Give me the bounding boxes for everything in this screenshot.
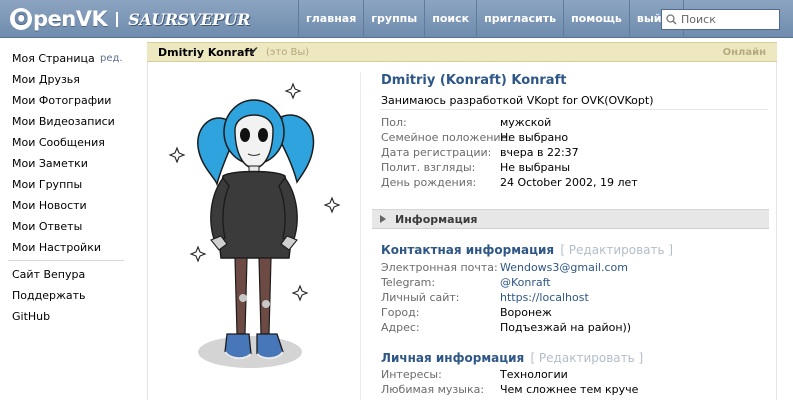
address-label: Адрес: bbox=[381, 321, 420, 334]
website-label: Личный сайт: bbox=[381, 291, 460, 304]
city-label: Город: bbox=[381, 306, 420, 319]
sidebar-item-photos[interactable]: Мои Фотографии bbox=[12, 94, 111, 107]
political-label: Полит. взгляды: bbox=[381, 161, 476, 174]
address-value: Подъезжай на район)) bbox=[500, 321, 632, 334]
telegram-link[interactable]: @Konraft bbox=[500, 276, 551, 289]
website-link[interactable]: https://localhost bbox=[500, 291, 589, 304]
birthday-value: 24 October 2002, 19 лет bbox=[500, 176, 638, 189]
sidebar-item-answers[interactable]: Мои Ответы bbox=[12, 220, 82, 233]
info-section-title: Информация bbox=[395, 213, 478, 226]
sidebar-item-notes[interactable]: Мои Заметки bbox=[12, 157, 88, 170]
online-status: Онлайн bbox=[722, 47, 766, 58]
sidebar-item-videos[interactable]: Мои Видеозаписи bbox=[12, 115, 115, 128]
logo-o: O bbox=[10, 8, 32, 30]
avatar-image bbox=[168, 82, 341, 368]
logo-text: penVK bbox=[33, 7, 108, 31]
personal-info-heading: Личная информация bbox=[381, 351, 525, 365]
nav-home[interactable]: главная bbox=[298, 0, 363, 38]
status-divider bbox=[380, 109, 768, 110]
personal-edit-link[interactable]: [ Редактировать ] bbox=[530, 351, 643, 365]
favorite-music-label: Любимая музыка: bbox=[381, 383, 485, 396]
gender-value: мужской bbox=[500, 116, 552, 129]
top-header: OpenVK SAURSVEPUR главная группы поиск п… bbox=[0, 0, 793, 38]
search-icon bbox=[666, 14, 677, 25]
sidebar-item-my-page[interactable]: Моя Страница bbox=[12, 52, 95, 65]
gender-label: Пол: bbox=[381, 116, 407, 129]
sidebar-link-github[interactable]: GitHub bbox=[12, 310, 50, 323]
nav-groups[interactable]: группы bbox=[363, 0, 424, 38]
sidebar-item-friends[interactable]: Мои Друзья bbox=[12, 73, 80, 86]
email-label: Электронная почта: bbox=[381, 261, 498, 274]
interests-value: Технологии bbox=[500, 368, 568, 381]
profile-content: Dmitriy (Konraft) Konraft Занимаюсь разр… bbox=[147, 62, 777, 400]
sidebar-edit-link[interactable]: ред. bbox=[100, 53, 123, 64]
its-you-label: (это Вы) bbox=[266, 47, 310, 58]
birthday-label: День рождения: bbox=[381, 176, 477, 189]
sidebar-item-news[interactable]: Мои Новости bbox=[12, 199, 87, 212]
profile-header-name[interactable]: Dmitriy Konraft bbox=[158, 46, 254, 59]
nav-help[interactable]: помощь bbox=[563, 0, 629, 38]
contact-info-heading: Контактная информация bbox=[381, 243, 555, 257]
info-section-toggle[interactable]: Информация bbox=[372, 209, 769, 229]
profile-status[interactable]: Занимаюсь разработкой VKopt for OVK(OVKo… bbox=[381, 94, 654, 107]
sidebar-item-settings[interactable]: Мои Настройки bbox=[12, 241, 101, 254]
nav-invite[interactable]: пригласить bbox=[476, 0, 563, 38]
profile-header-bar: Dmitriy Konraft ✔ (это Вы) Онлайн bbox=[147, 42, 777, 62]
avatar[interactable] bbox=[165, 72, 355, 400]
top-nav: главная группы поиск пригласить помощь в… bbox=[298, 0, 684, 38]
nav-search[interactable]: поиск bbox=[424, 0, 476, 38]
political-value: Не выбраны bbox=[500, 161, 571, 174]
personal-info-title: Личная информация [ Редактировать ] bbox=[381, 351, 643, 365]
favorite-music-value: Чем сложнее тем круче bbox=[500, 383, 639, 396]
sidebar-link-vepur-site[interactable]: Сайт Вепура bbox=[12, 268, 85, 281]
contact-edit-link[interactable]: [ Редактировать ] bbox=[560, 243, 673, 257]
profile-full-name: Dmitriy (Konraft) Konraft bbox=[381, 73, 567, 88]
email-link[interactable]: Wendows3@gmail.com bbox=[500, 261, 628, 274]
relationship-value: Не выбрано bbox=[500, 131, 569, 144]
search-input[interactable] bbox=[681, 13, 776, 26]
relationship-label: Семейное положение: bbox=[381, 131, 512, 144]
column-divider bbox=[360, 72, 361, 400]
sidebar-link-support[interactable]: Поддержать bbox=[12, 289, 86, 302]
verified-check-icon: ✔ bbox=[249, 44, 260, 58]
collapse-triangle-icon bbox=[380, 215, 386, 223]
search-box[interactable] bbox=[661, 9, 780, 30]
brand-name: SAURSVEPUR bbox=[128, 9, 250, 29]
city-value: Воронеж bbox=[500, 306, 552, 319]
registered-label: Дата регистрации: bbox=[381, 146, 492, 159]
sidebar-divider bbox=[8, 260, 124, 261]
contact-info-title: Контактная информация [ Редактировать ] bbox=[381, 243, 673, 257]
sidebar-item-groups[interactable]: Мои Группы bbox=[12, 178, 82, 191]
registered-value: вчера в 22:37 bbox=[500, 146, 579, 159]
site-logo[interactable]: OpenVK SAURSVEPUR bbox=[10, 6, 250, 32]
telegram-label: Telegram: bbox=[381, 276, 436, 289]
logo-wordmark: OpenVK bbox=[10, 7, 108, 31]
sidebar-item-messages[interactable]: Мои Сообщения bbox=[12, 136, 105, 149]
logo-separator bbox=[116, 11, 119, 27]
interests-label: Интересы: bbox=[381, 368, 442, 381]
